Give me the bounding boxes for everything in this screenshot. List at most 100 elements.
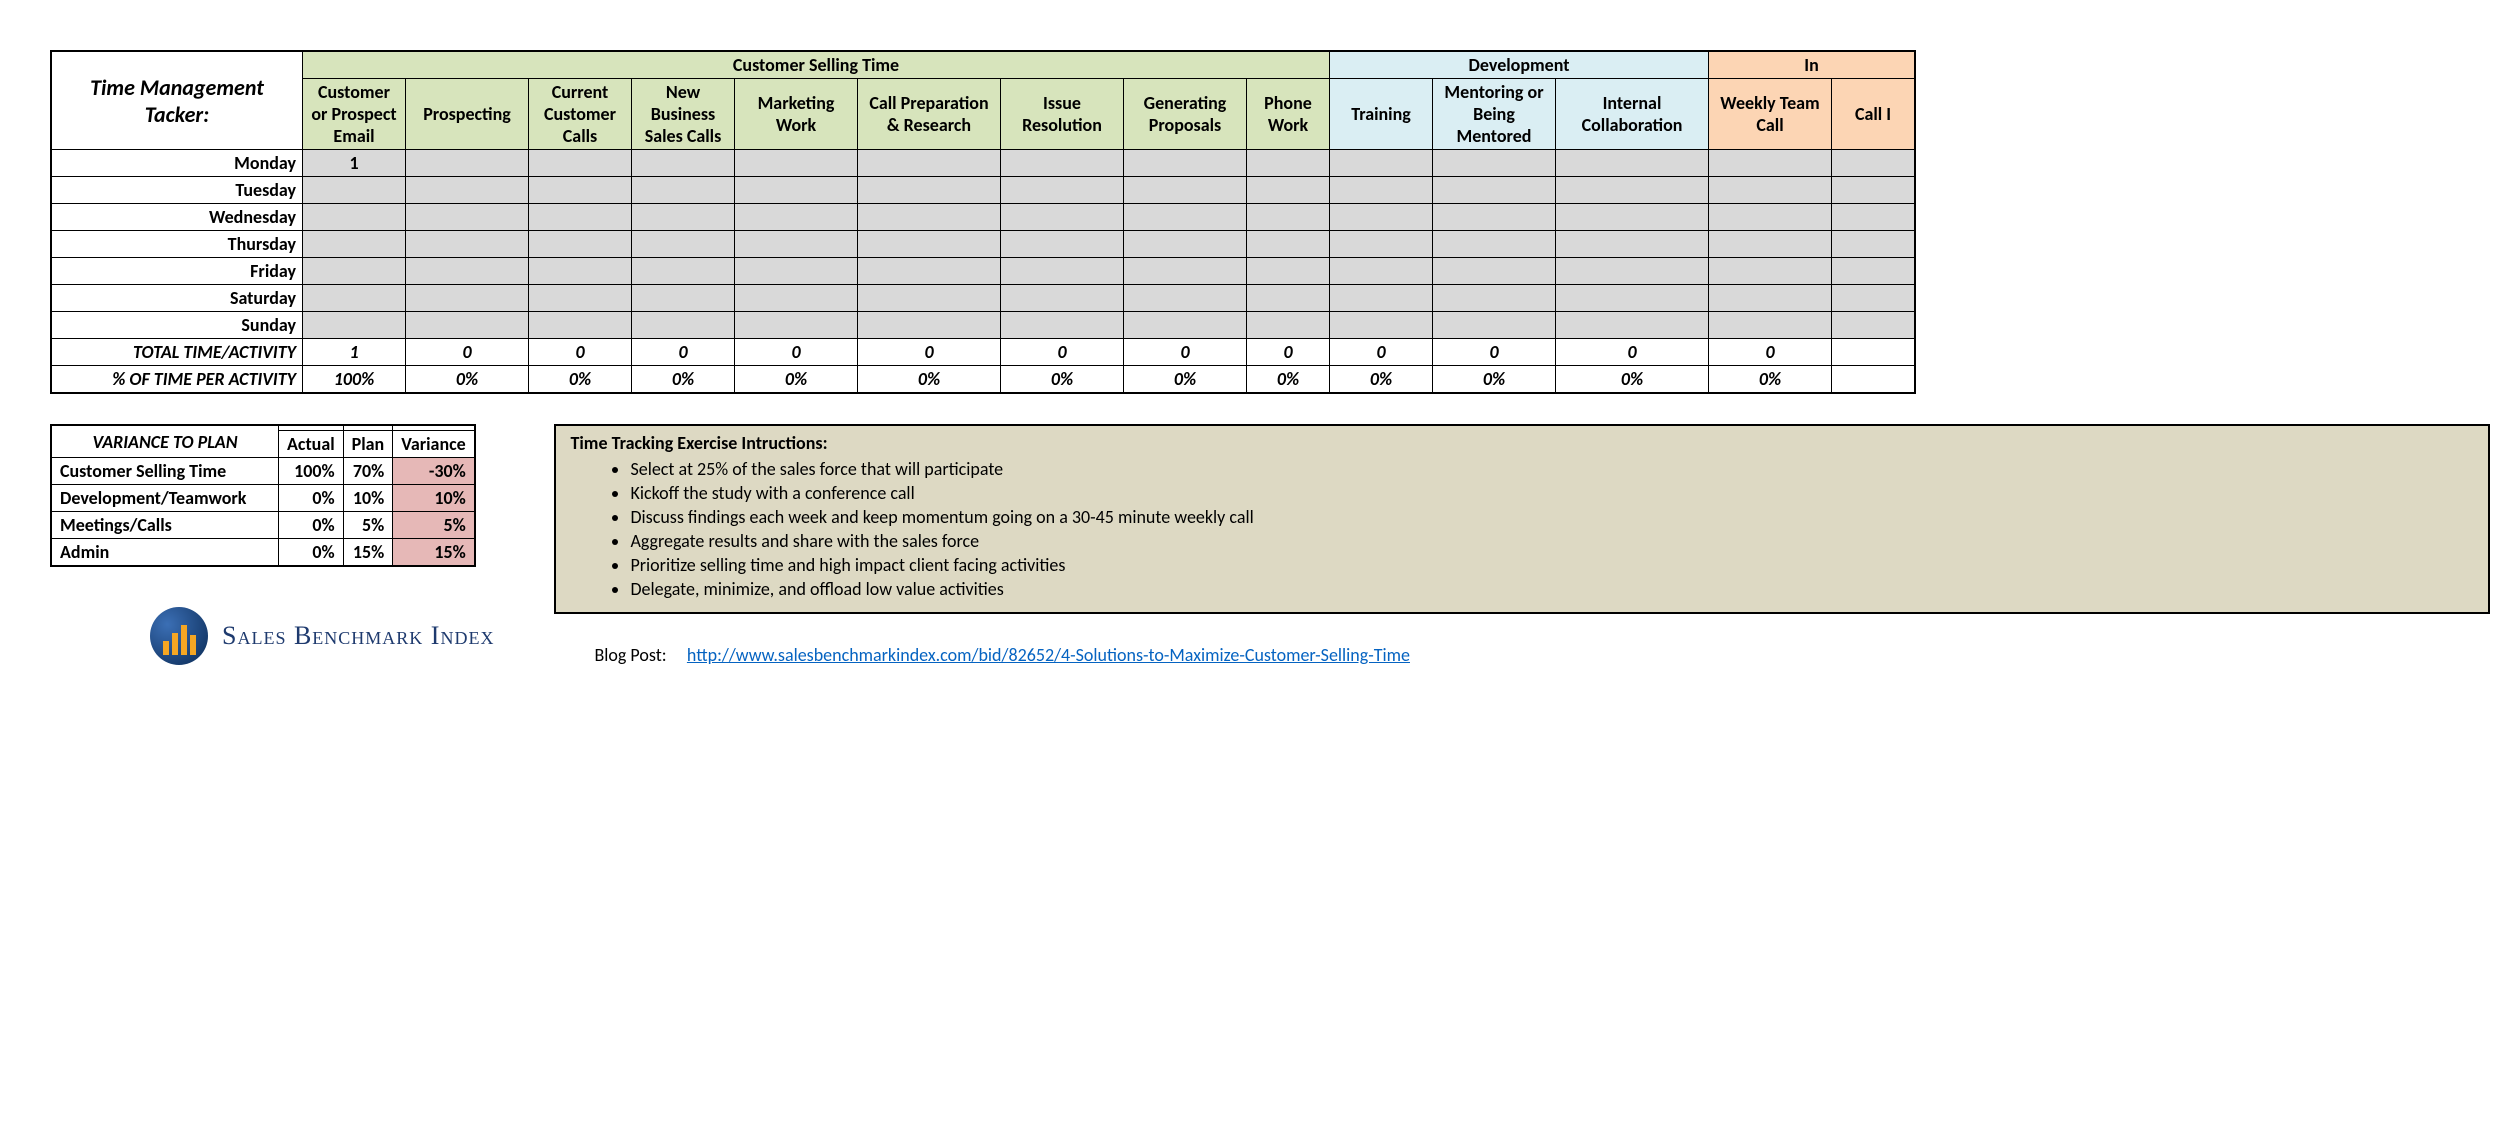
cell[interactable] [1124, 285, 1247, 312]
cell[interactable] [1832, 312, 1916, 339]
cell[interactable] [632, 258, 735, 285]
cell[interactable] [1247, 204, 1330, 231]
cell[interactable] [303, 285, 406, 312]
cell[interactable] [1433, 312, 1556, 339]
cell[interactable] [1124, 177, 1247, 204]
cell[interactable] [529, 285, 632, 312]
cell[interactable] [632, 177, 735, 204]
cell[interactable] [1001, 258, 1124, 285]
cell[interactable] [1330, 204, 1433, 231]
cell[interactable] [735, 231, 858, 258]
cell[interactable] [1330, 258, 1433, 285]
cell[interactable] [1709, 258, 1832, 285]
cell[interactable] [735, 150, 858, 177]
cell[interactable] [858, 204, 1001, 231]
cell[interactable] [1330, 285, 1433, 312]
cell[interactable] [858, 312, 1001, 339]
cell[interactable] [632, 150, 735, 177]
cell[interactable] [1709, 177, 1832, 204]
cell[interactable] [1433, 285, 1556, 312]
cell[interactable] [1832, 177, 1916, 204]
cell[interactable] [735, 285, 858, 312]
cell[interactable] [406, 150, 529, 177]
cell[interactable] [529, 204, 632, 231]
cell[interactable] [1556, 312, 1709, 339]
cell[interactable] [858, 285, 1001, 312]
cell[interactable] [632, 204, 735, 231]
cell[interactable] [406, 177, 529, 204]
cell[interactable] [858, 231, 1001, 258]
cell[interactable] [1330, 312, 1433, 339]
cell[interactable] [1832, 285, 1916, 312]
cell[interactable] [1832, 204, 1916, 231]
cell[interactable] [1330, 177, 1433, 204]
cell[interactable] [1709, 285, 1832, 312]
cell[interactable] [1832, 258, 1916, 285]
cell[interactable] [1247, 150, 1330, 177]
cell[interactable] [1124, 312, 1247, 339]
cell[interactable] [1001, 312, 1124, 339]
cell[interactable] [529, 258, 632, 285]
cell[interactable] [1001, 285, 1124, 312]
cell[interactable] [406, 258, 529, 285]
cell[interactable] [632, 231, 735, 258]
cell[interactable] [1433, 150, 1556, 177]
cell[interactable] [1433, 204, 1556, 231]
cell[interactable] [858, 150, 1001, 177]
cell[interactable] [1247, 231, 1330, 258]
cell[interactable] [529, 177, 632, 204]
cell[interactable] [858, 177, 1001, 204]
cell[interactable] [406, 312, 529, 339]
cell[interactable] [1556, 285, 1709, 312]
cell-monday-c0[interactable]: 1 [303, 150, 406, 177]
cell[interactable] [1556, 150, 1709, 177]
table-title: Time Management Tacker: [51, 51, 303, 150]
cell[interactable] [1124, 204, 1247, 231]
cell[interactable] [1433, 258, 1556, 285]
cell[interactable] [406, 231, 529, 258]
cell[interactable] [529, 312, 632, 339]
cell[interactable] [1001, 177, 1124, 204]
cell[interactable] [303, 204, 406, 231]
cell[interactable] [1001, 231, 1124, 258]
cell[interactable] [735, 258, 858, 285]
cell[interactable] [406, 204, 529, 231]
cell[interactable] [858, 258, 1001, 285]
blog-link[interactable]: http://www.salesbenchmarkindex.com/bid/8… [687, 644, 1410, 666]
cell[interactable] [632, 312, 735, 339]
cell[interactable] [1247, 285, 1330, 312]
cell[interactable] [1433, 231, 1556, 258]
cell[interactable] [1330, 231, 1433, 258]
cell[interactable] [1124, 258, 1247, 285]
cell[interactable] [1556, 177, 1709, 204]
cell[interactable] [406, 285, 529, 312]
cell[interactable] [1124, 231, 1247, 258]
cell[interactable] [1247, 177, 1330, 204]
cell[interactable] [303, 177, 406, 204]
cell[interactable] [735, 204, 858, 231]
cell[interactable] [1709, 204, 1832, 231]
cell[interactable] [735, 312, 858, 339]
cell[interactable] [1556, 204, 1709, 231]
cell[interactable] [1330, 150, 1433, 177]
cell[interactable] [1247, 258, 1330, 285]
cell[interactable] [735, 177, 858, 204]
cell[interactable] [529, 150, 632, 177]
cell[interactable] [1709, 312, 1832, 339]
cell[interactable] [1124, 150, 1247, 177]
cell[interactable] [1001, 150, 1124, 177]
cell[interactable] [529, 231, 632, 258]
cell[interactable] [1832, 150, 1916, 177]
cell[interactable] [303, 231, 406, 258]
cell[interactable] [1001, 204, 1124, 231]
cell[interactable] [1556, 258, 1709, 285]
cell[interactable] [303, 312, 406, 339]
cell[interactable] [1832, 231, 1916, 258]
cell[interactable] [1556, 231, 1709, 258]
cell[interactable] [1247, 312, 1330, 339]
cell[interactable] [1433, 177, 1556, 204]
cell[interactable] [1709, 231, 1832, 258]
cell[interactable] [632, 285, 735, 312]
cell[interactable] [1709, 150, 1832, 177]
cell[interactable] [303, 258, 406, 285]
